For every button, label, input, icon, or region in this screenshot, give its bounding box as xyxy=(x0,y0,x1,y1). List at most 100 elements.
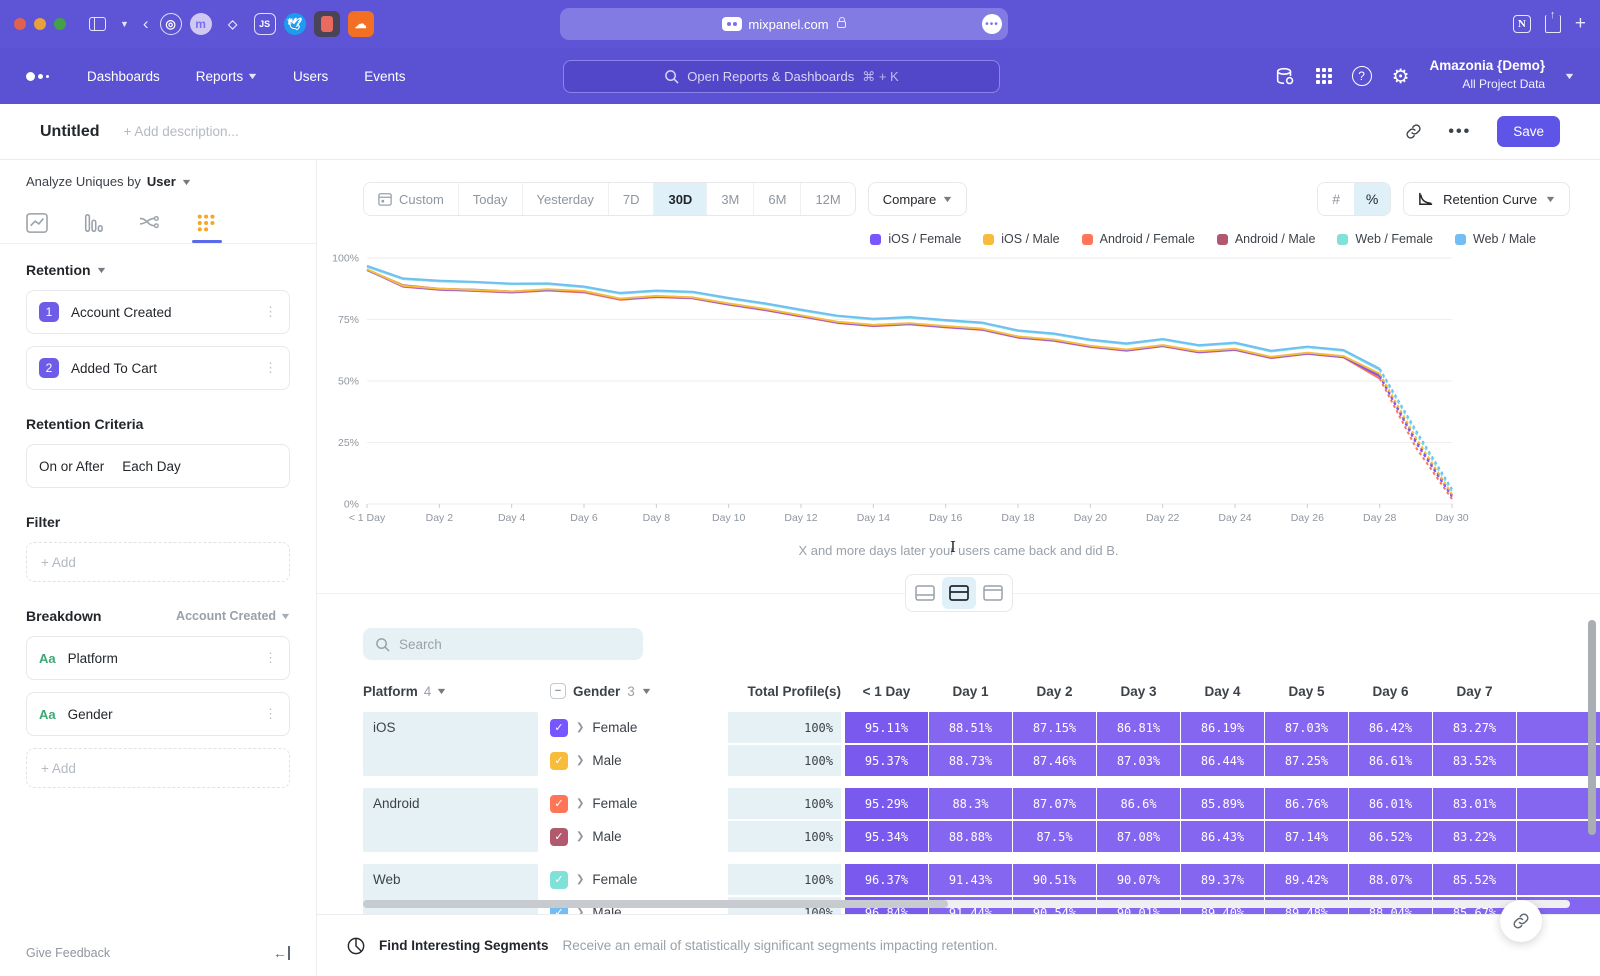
retention-value-cell[interactable]: 87.25% xyxy=(1265,745,1348,776)
collapse-sidebar-icon[interactable]: ← xyxy=(273,946,290,960)
checkbox-checked[interactable]: ✓ xyxy=(550,719,568,737)
retention-value-cell[interactable]: 90.07% xyxy=(1097,864,1180,895)
breakdown-card-platform[interactable]: AaPlatform⋮ xyxy=(26,636,290,680)
day-column-header[interactable]: Day 4 xyxy=(1181,684,1264,699)
retention-value-cell[interactable]: 86.01% xyxy=(1349,788,1432,819)
bird-tab-icon[interactable]: 🕊 xyxy=(284,13,306,35)
checkbox-checked[interactable]: ✓ xyxy=(550,828,568,846)
legend-item[interactable]: iOS / Female xyxy=(870,232,961,246)
tab-insights[interactable] xyxy=(26,213,48,243)
retention-value-cell[interactable]: 83.52% xyxy=(1433,745,1516,776)
add-breakdown-button[interactable]: + Add xyxy=(26,748,290,788)
table-search-input[interactable]: Search xyxy=(363,628,643,660)
retention-criteria-card[interactable]: On or After Each Day xyxy=(26,444,290,488)
retention-value-cell[interactable]: 83.27% xyxy=(1433,712,1516,743)
retention-value-cell[interactable]: 90.51% xyxy=(1013,864,1096,895)
maximize-window-button[interactable] xyxy=(54,18,66,30)
mixpanel-logo[interactable] xyxy=(26,72,49,81)
legend-item[interactable]: Android / Female xyxy=(1082,232,1195,246)
minimize-window-button[interactable] xyxy=(34,18,46,30)
back-icon[interactable]: ‹ xyxy=(143,14,149,34)
total-column-header[interactable]: Total Profile(s) xyxy=(728,684,841,699)
range-today[interactable]: Today xyxy=(459,183,523,215)
gender-cell[interactable]: ✓❯Male xyxy=(550,821,705,852)
nav-item-events[interactable]: Events xyxy=(364,69,405,84)
sidebar-toggle-icon[interactable] xyxy=(89,17,106,31)
retention-value-cell[interactable]: 88.51% xyxy=(929,712,1012,743)
notion-extension-icon[interactable]: N xyxy=(1513,15,1531,33)
retention-value-cell[interactable]: 88.88% xyxy=(929,821,1012,852)
soundcloud-tab-icon[interactable]: ☁ xyxy=(348,11,374,37)
retention-value-cell[interactable]: 95.34% xyxy=(845,821,928,852)
legend-item[interactable]: Android / Male xyxy=(1217,232,1316,246)
range-12m[interactable]: 12M xyxy=(801,183,854,215)
url-bar[interactable]: mixpanel.com ••• xyxy=(560,8,1008,40)
red-app-tab-icon[interactable] xyxy=(314,11,340,37)
share-icon[interactable]: ↑ xyxy=(1545,15,1561,33)
table-only-view-button[interactable] xyxy=(976,577,1010,609)
retention-value-cell[interactable]: 86.44% xyxy=(1181,745,1264,776)
tab-funnels[interactable] xyxy=(82,213,104,243)
retention-value-cell[interactable]: 83.22% xyxy=(1433,821,1516,852)
give-feedback-link[interactable]: Give Feedback xyxy=(26,946,110,960)
expand-chevron-icon[interactable]: ❯ xyxy=(576,831,584,842)
step-card-1[interactable]: 1Account Created⋮ xyxy=(26,290,290,334)
chart-only-view-button[interactable] xyxy=(908,577,942,609)
checkbox-checked[interactable]: ✓ xyxy=(550,752,568,770)
gender-cell[interactable]: ✓❯Male xyxy=(550,745,705,776)
compare-button[interactable]: Compare▼ xyxy=(868,182,967,216)
retention-value-cell[interactable]: 87.5% xyxy=(1013,821,1096,852)
retention-chevron-icon[interactable]: ▼ xyxy=(95,265,107,275)
new-tab-icon[interactable]: + xyxy=(1575,13,1586,35)
project-switcher[interactable]: Amazonia {Demo} All Project Data xyxy=(1430,58,1546,95)
retention-value-cell[interactable]: 86.81% xyxy=(1097,712,1180,743)
unit-absolute[interactable]: # xyxy=(1318,183,1354,215)
cube-tab-icon[interactable]: ◇ xyxy=(220,11,246,37)
find-segments-title[interactable]: Find Interesting Segments xyxy=(379,938,549,953)
criteria-interval[interactable]: Each Day xyxy=(122,459,181,474)
expand-chevron-icon[interactable]: ❯ xyxy=(576,907,584,914)
expand-chevron-icon[interactable]: ❯ xyxy=(576,874,584,885)
share-link-floating-button[interactable] xyxy=(1500,900,1542,942)
retention-value-cell[interactable]: 87.08% xyxy=(1097,821,1180,852)
vertical-scrollbar[interactable] xyxy=(1588,620,1596,896)
retention-section-title[interactable]: Retention xyxy=(26,262,91,278)
gender-column-header[interactable]: −Gender3▼ xyxy=(550,683,705,699)
retention-value-cell[interactable]: 95.11% xyxy=(845,712,928,743)
platform-column-header[interactable]: Platform4▼ xyxy=(363,684,538,699)
day-column-header[interactable]: Day 3 xyxy=(1097,684,1180,699)
chart-type-dropdown[interactable]: Retention Curve▼ xyxy=(1403,182,1570,216)
nav-item-users[interactable]: Users xyxy=(293,69,328,84)
legend-item[interactable]: iOS / Male xyxy=(983,232,1059,246)
range-3m[interactable]: 3M xyxy=(707,183,754,215)
retention-value-cell[interactable]: 91.43% xyxy=(929,864,1012,895)
horizontal-scrollbar[interactable] xyxy=(363,900,1570,908)
retention-value-cell[interactable]: 96.37% xyxy=(845,864,928,895)
retention-value-cell[interactable]: 89.37% xyxy=(1181,864,1264,895)
kebab-menu-icon[interactable]: ⋮ xyxy=(264,706,277,722)
range-yesterday[interactable]: Yesterday xyxy=(523,183,609,215)
legend-item[interactable]: Web / Female xyxy=(1337,232,1433,246)
range-custom[interactable]: Custom xyxy=(364,183,459,215)
retention-value-cell[interactable]: 95.29% xyxy=(845,788,928,819)
kebab-menu-icon[interactable]: ⋮ xyxy=(264,650,277,666)
settings-gear-icon[interactable]: ⚙ xyxy=(1392,64,1410,89)
help-icon[interactable]: ? xyxy=(1352,66,1372,86)
day-column-header[interactable]: Day 1 xyxy=(929,684,1012,699)
retention-value-cell[interactable]: 88.73% xyxy=(929,745,1012,776)
report-title[interactable]: Untitled xyxy=(40,123,100,141)
range-7d[interactable]: 7D xyxy=(609,183,655,215)
retention-value-cell[interactable]: 86.52% xyxy=(1349,821,1432,852)
retention-value-cell[interactable]: 86.19% xyxy=(1181,712,1264,743)
onepassword-tab-icon[interactable]: ◎ xyxy=(160,13,182,35)
retention-value-cell[interactable]: 88.3% xyxy=(929,788,1012,819)
retention-value-cell[interactable]: 87.46% xyxy=(1013,745,1096,776)
retention-value-cell[interactable]: 87.15% xyxy=(1013,712,1096,743)
retention-value-cell[interactable]: 86.42% xyxy=(1349,712,1432,743)
retention-value-cell[interactable]: 86.61% xyxy=(1349,745,1432,776)
criteria-mode[interactable]: On or After xyxy=(39,459,104,474)
expand-chevron-icon[interactable]: ❯ xyxy=(576,755,584,766)
breakdown-scope-dropdown[interactable]: Account Created▼ xyxy=(176,609,290,623)
kebab-menu-icon[interactable]: ⋮ xyxy=(264,304,277,320)
retention-value-cell[interactable]: 86.76% xyxy=(1265,788,1348,819)
